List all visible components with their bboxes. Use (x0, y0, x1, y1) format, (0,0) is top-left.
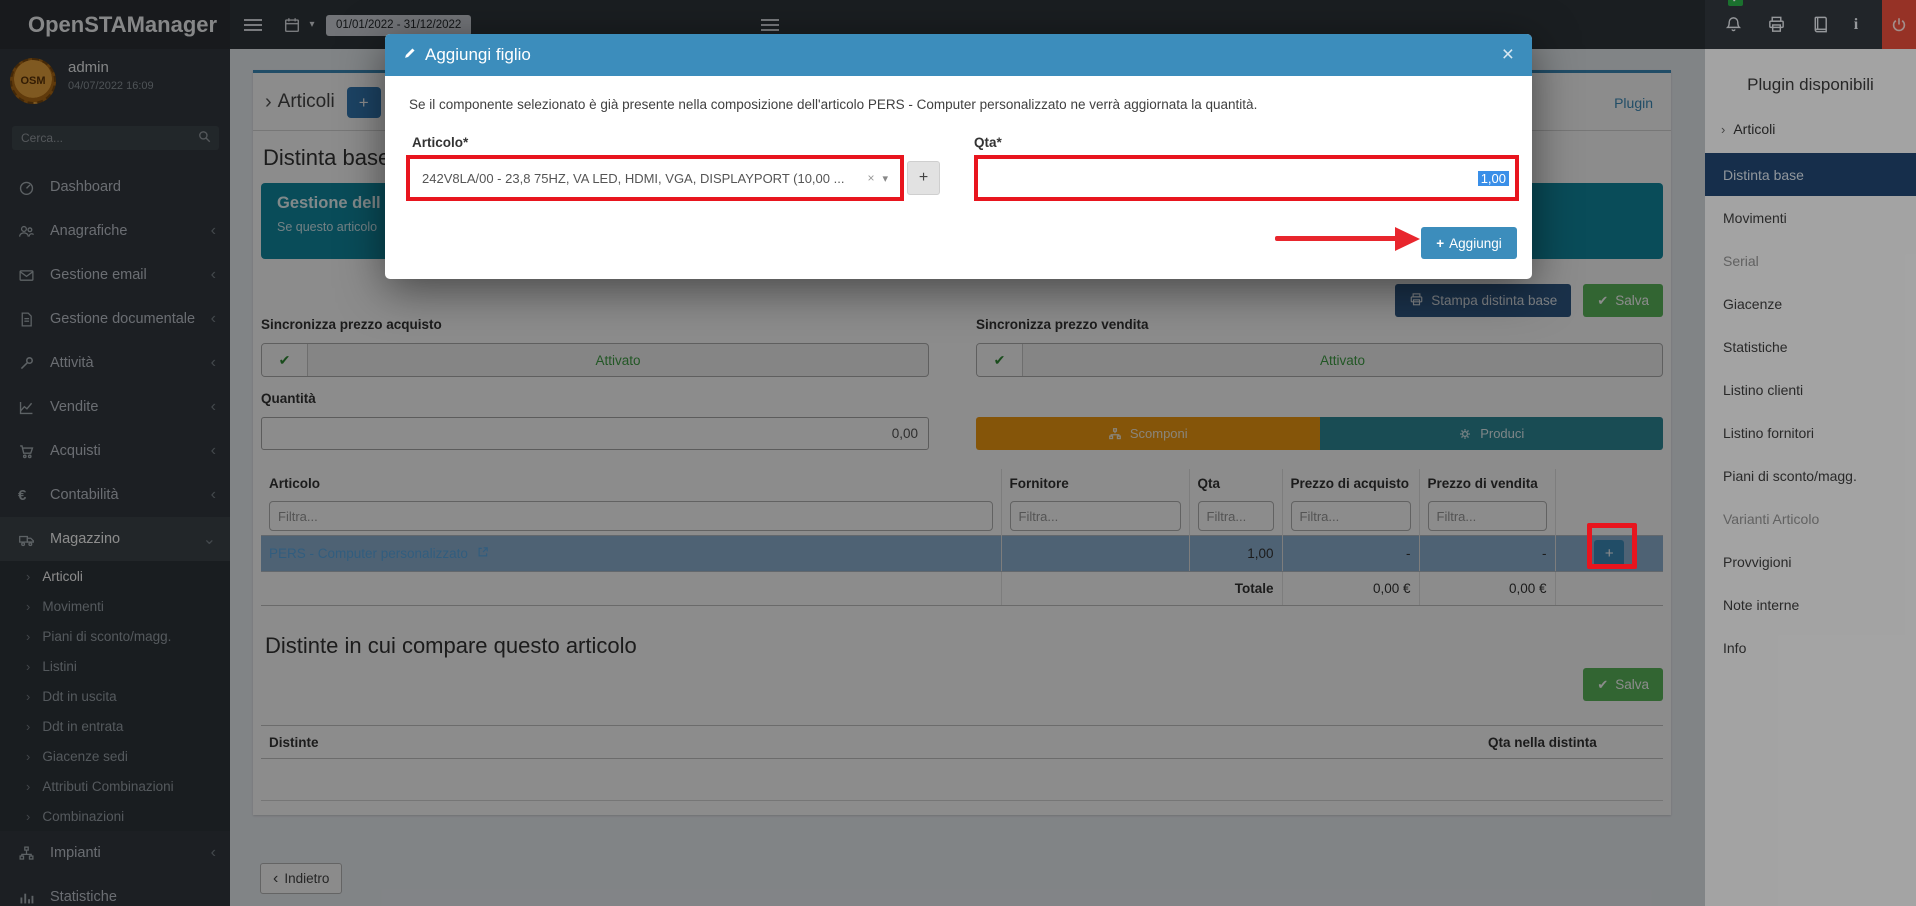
annotation-box-row-add (1587, 523, 1637, 569)
aggiungi-figlio-modal: Aggiungi figlio × Se il componente selez… (385, 34, 1532, 279)
new-article-button[interactable]: + (907, 161, 940, 195)
modal-backdrop-right (1705, 0, 1916, 906)
modal-close-icon[interactable]: × (1502, 43, 1514, 67)
select-caret-icon: ▾ (882, 172, 888, 185)
qta-label: Qta* (974, 135, 1002, 150)
articolo-select-value: 242V8LA/00 - 23,8 75HZ, VA LED, HDMI, VG… (410, 171, 865, 186)
plus-icon: + (1436, 236, 1444, 251)
modal-message: Se il componente selezionato è già prese… (409, 97, 1257, 112)
articolo-select[interactable]: 242V8LA/00 - 23,8 75HZ, VA LED, HDMI, VG… (406, 155, 904, 201)
pencil-icon (403, 46, 417, 65)
aggiungi-button[interactable]: + Aggiungi (1421, 227, 1517, 259)
qta-input-value: 1,00 (1478, 171, 1509, 186)
annotation-arrow-head (1395, 227, 1420, 251)
modal-title: Aggiungi figlio (425, 45, 531, 65)
qta-input[interactable]: 1,00 (974, 155, 1519, 201)
modal-header: Aggiungi figlio × (385, 34, 1532, 76)
annotation-arrow-line (1275, 236, 1397, 241)
aggiungi-label: Aggiungi (1449, 236, 1502, 251)
clear-selection-icon[interactable]: × (867, 171, 874, 185)
articolo-label: Articolo* (412, 135, 468, 150)
application-window: OpenSTAManager ▾ 01/01/2022 - 31/12/2022… (0, 0, 1916, 906)
